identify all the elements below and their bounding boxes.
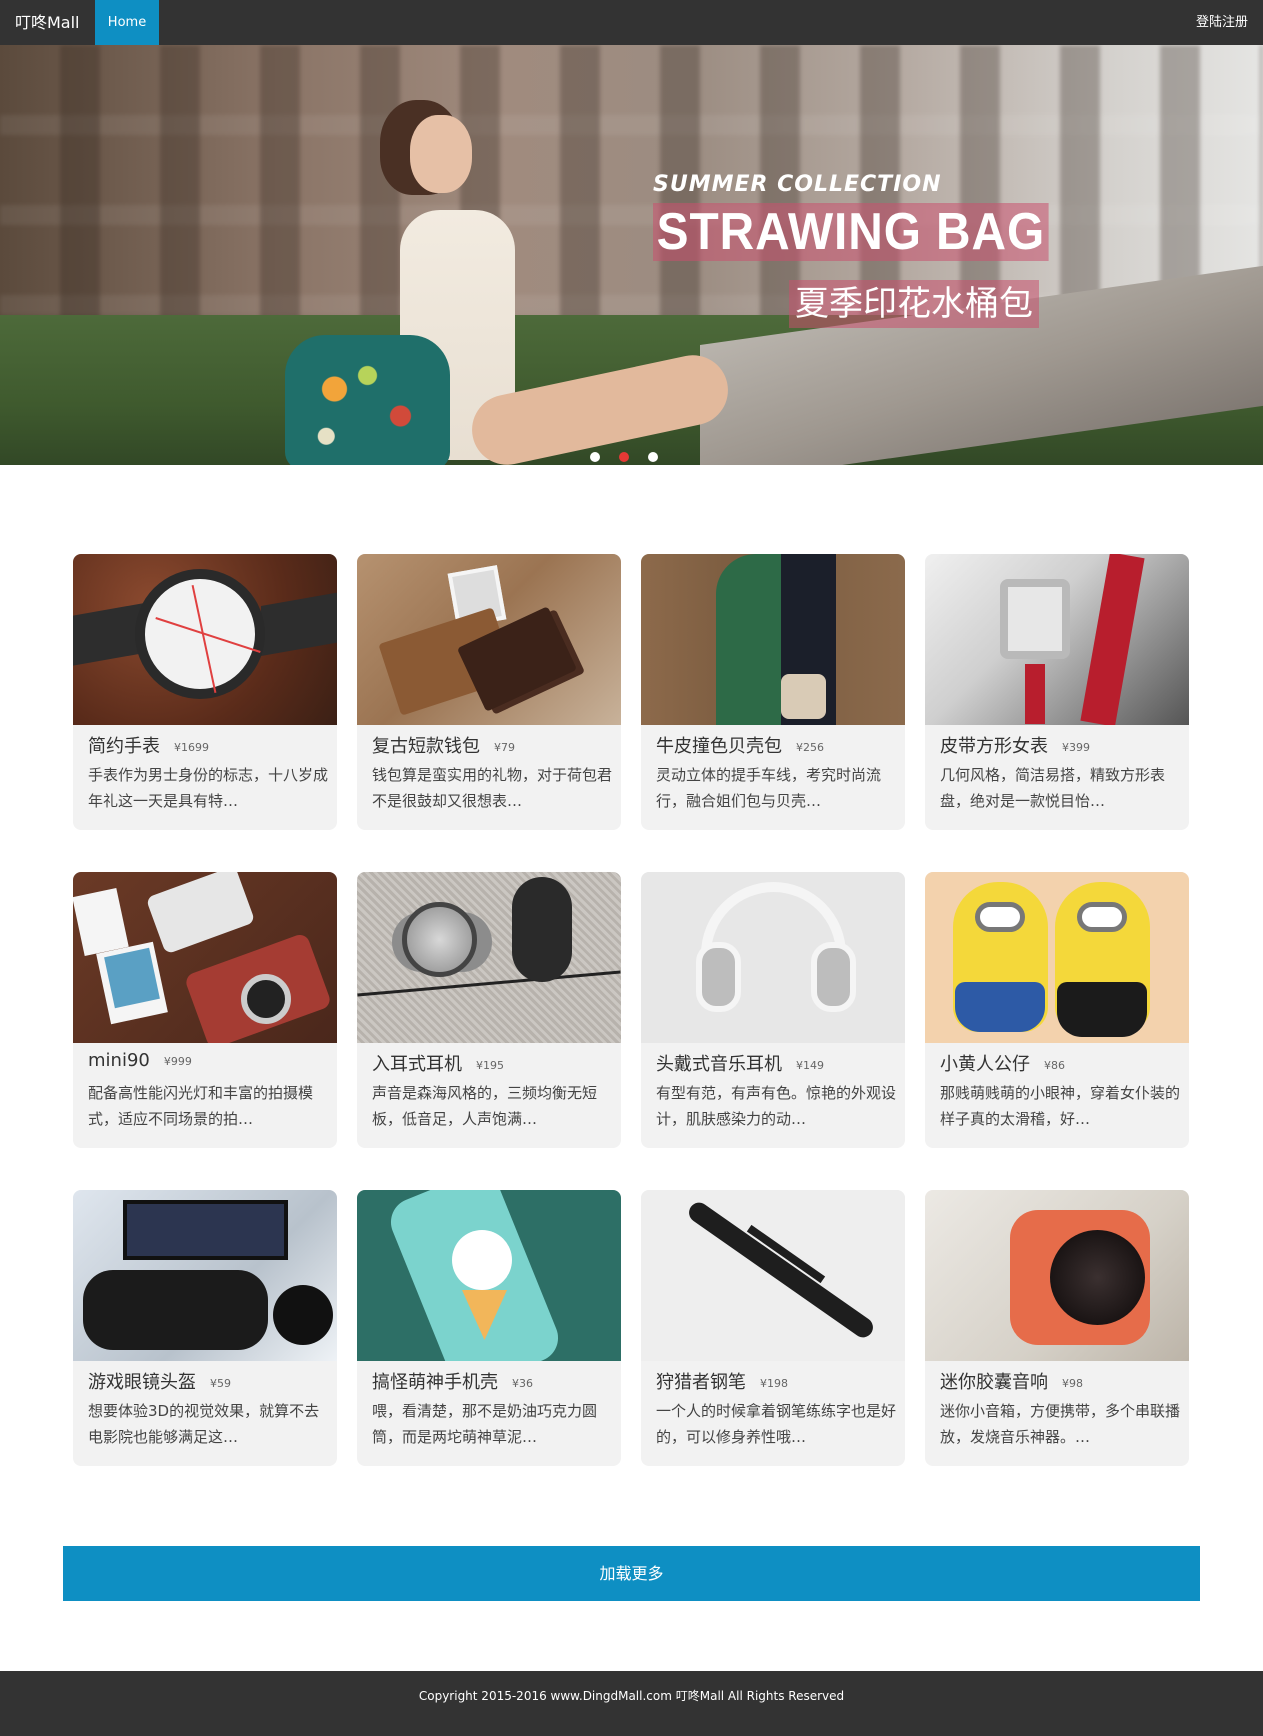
product-card[interactable]: 简约手表 ¥1699 手表作为男士身份的标志，十八岁成年礼这一天是具有特… bbox=[73, 554, 337, 830]
vr-image[interactable] bbox=[73, 1190, 337, 1361]
product-card[interactable]: mini90 ¥999 配备高性能闪光灯和丰富的拍摄模式，适应不同场景的拍… bbox=[73, 872, 337, 1148]
load-more-button[interactable]: 加载更多 bbox=[63, 1546, 1200, 1601]
product-name[interactable]: 狩猎者钢笔 ¥198 bbox=[656, 1368, 788, 1394]
product-price: ¥198 bbox=[760, 1376, 788, 1390]
footer: Copyright 2015-2016 www.DingdMall.com 叮咚… bbox=[0, 1671, 1263, 1736]
product-price: ¥79 bbox=[494, 740, 515, 754]
product-card[interactable]: 小黄人公仔 ¥86 那贱萌贱萌的小眼神，穿着女仆装的样子真的太滑稽，好… bbox=[925, 872, 1189, 1148]
product-name[interactable]: 牛皮撞色贝壳包 ¥256 bbox=[656, 732, 824, 758]
minion-image[interactable] bbox=[925, 872, 1189, 1043]
login-register-link[interactable]: 登陆注册 bbox=[1196, 0, 1248, 45]
top-navbar: 叮咚Mall Home 登陆注册 bbox=[0, 0, 1263, 45]
product-description: 一个人的时候拿着钢笔练练字也是好的，可以修身养性哦… bbox=[656, 1402, 897, 1446]
bag-image[interactable] bbox=[641, 554, 905, 725]
hero-caption: SUMMER COLLECTION STRAWING BAG 夏季印花水桶包 bbox=[653, 172, 1083, 328]
product-name[interactable]: 复古短款钱包 ¥79 bbox=[372, 732, 515, 758]
product-description: 配备高性能闪光灯和丰富的拍摄模式，适应不同场景的拍… bbox=[88, 1084, 314, 1128]
product-card[interactable]: 牛皮撞色贝壳包 ¥256 灵动立体的提手车线，考究时尚流行，融合姐们包与贝壳… bbox=[641, 554, 905, 830]
product-card[interactable]: 复古短款钱包 ¥79 钱包算是蛮实用的礼物，对于荷包君不是很鼓却又很想表… bbox=[357, 554, 621, 830]
hero-model-face bbox=[410, 115, 472, 193]
product-price: ¥999 bbox=[163, 1054, 192, 1068]
product-description: 那贱萌贱萌的小眼神，穿着女仆装的样子真的太滑稽，好… bbox=[940, 1084, 1181, 1128]
product-description: 想要体验3D的视觉效果，就算不去电影院也能够满足这… bbox=[88, 1402, 320, 1446]
headphone-image[interactable] bbox=[641, 872, 905, 1043]
product-name[interactable]: mini90 ¥999 bbox=[88, 1050, 192, 1071]
carousel-indicators bbox=[590, 447, 672, 462]
product-name[interactable]: 简约手表 ¥1699 bbox=[88, 732, 209, 758]
product-card[interactable]: 游戏眼镜头盔 ¥59 想要体验3D的视觉效果，就算不去电影院也能够满足这… bbox=[73, 1190, 337, 1466]
product-name[interactable]: 小黄人公仔 ¥86 bbox=[940, 1050, 1065, 1076]
product-description: 钱包算是蛮实用的礼物，对于荷包君不是很鼓却又很想表… bbox=[372, 766, 613, 810]
ladies-watch-image[interactable] bbox=[925, 554, 1189, 725]
product-card[interactable]: 皮带方形女表 ¥399 几何风格，简洁易搭，精致方形表盘，绝对是一款悦目怡… bbox=[925, 554, 1189, 830]
product-price: ¥1699 bbox=[174, 740, 209, 754]
product-name[interactable]: 迷你胶囊音响 ¥98 bbox=[940, 1368, 1083, 1394]
product-description: 手表作为男士身份的标志，十八岁成年礼这一天是具有特… bbox=[88, 766, 329, 810]
product-name[interactable]: 皮带方形女表 ¥399 bbox=[940, 732, 1090, 758]
product-description: 有型有范，有声有色。惊艳的外观设计，肌肤感染力的动… bbox=[656, 1084, 897, 1128]
product-card[interactable]: 头戴式音乐耳机 ¥149 有型有范，有声有色。惊艳的外观设计，肌肤感染力的动… bbox=[641, 872, 905, 1148]
speaker-image[interactable] bbox=[925, 1190, 1189, 1361]
product-card[interactable]: 迷你胶囊音响 ¥98 迷你小音箱，方便携带，多个串联播放，发烧音乐神器。… bbox=[925, 1190, 1189, 1466]
watch-image[interactable] bbox=[73, 554, 337, 725]
product-description: 迷你小音箱，方便携带，多个串联播放，发烧音乐神器。… bbox=[940, 1402, 1181, 1446]
hero-kicker: SUMMER COLLECTION bbox=[653, 172, 942, 197]
earphone-image[interactable] bbox=[357, 872, 621, 1043]
product-description: 几何风格，简洁易搭，精致方形表盘，绝对是一款悦目怡… bbox=[940, 766, 1166, 810]
copyright-text: Copyright 2015-2016 www.DingdMall.com 叮咚… bbox=[418, 1689, 845, 1703]
carousel-dot-1[interactable] bbox=[590, 452, 600, 462]
product-name[interactable]: 头戴式音乐耳机 ¥149 bbox=[656, 1050, 824, 1076]
pen-image[interactable] bbox=[641, 1190, 905, 1361]
product-description: 喂，看清楚，那不是奶油巧克力圆筒，而是两坨萌神草泥… bbox=[372, 1402, 598, 1446]
product-price: ¥149 bbox=[796, 1058, 824, 1072]
product-description: 灵动立体的提手车线，考究时尚流行，融合姐们包与贝壳… bbox=[656, 766, 882, 810]
product-price: ¥399 bbox=[1062, 740, 1090, 754]
product-price: ¥36 bbox=[512, 1376, 533, 1390]
product-price: ¥59 bbox=[210, 1376, 231, 1390]
wallet-image[interactable] bbox=[357, 554, 621, 725]
product-price: ¥195 bbox=[476, 1058, 504, 1072]
product-card[interactable]: 搞怪萌神手机壳 ¥36 喂，看清楚，那不是奶油巧克力圆筒，而是两坨萌神草泥… bbox=[357, 1190, 621, 1466]
product-name[interactable]: 搞怪萌神手机壳 ¥36 bbox=[372, 1368, 533, 1394]
hero-subline: 夏季印花水桶包 bbox=[789, 280, 1039, 328]
nav-home-link[interactable]: Home bbox=[95, 0, 159, 45]
product-price: ¥256 bbox=[796, 740, 824, 754]
product-name[interactable]: 游戏眼镜头盔 ¥59 bbox=[88, 1368, 231, 1394]
phone-case-image[interactable] bbox=[357, 1190, 621, 1361]
hero-floral-bag bbox=[285, 335, 450, 465]
product-description: 声音是森海风格的，三频均衡无短板，低音足，人声饱满… bbox=[372, 1084, 598, 1128]
brand-logo[interactable]: 叮咚Mall bbox=[15, 0, 80, 45]
product-name[interactable]: 入耳式耳机 ¥195 bbox=[372, 1050, 504, 1076]
product-price: ¥98 bbox=[1062, 1376, 1083, 1390]
hero-headline: STRAWING BAG bbox=[653, 203, 1049, 261]
camera-image[interactable] bbox=[73, 872, 337, 1043]
product-price: ¥86 bbox=[1044, 1058, 1065, 1072]
product-card[interactable]: 入耳式耳机 ¥195 声音是森海风格的，三频均衡无短板，低音足，人声饱满… bbox=[357, 872, 621, 1148]
hero-carousel[interactable]: SUMMER COLLECTION STRAWING BAG 夏季印花水桶包 bbox=[0, 45, 1263, 465]
product-card[interactable]: 狩猎者钢笔 ¥198 一个人的时候拿着钢笔练练字也是好的，可以修身养性哦… bbox=[641, 1190, 905, 1466]
